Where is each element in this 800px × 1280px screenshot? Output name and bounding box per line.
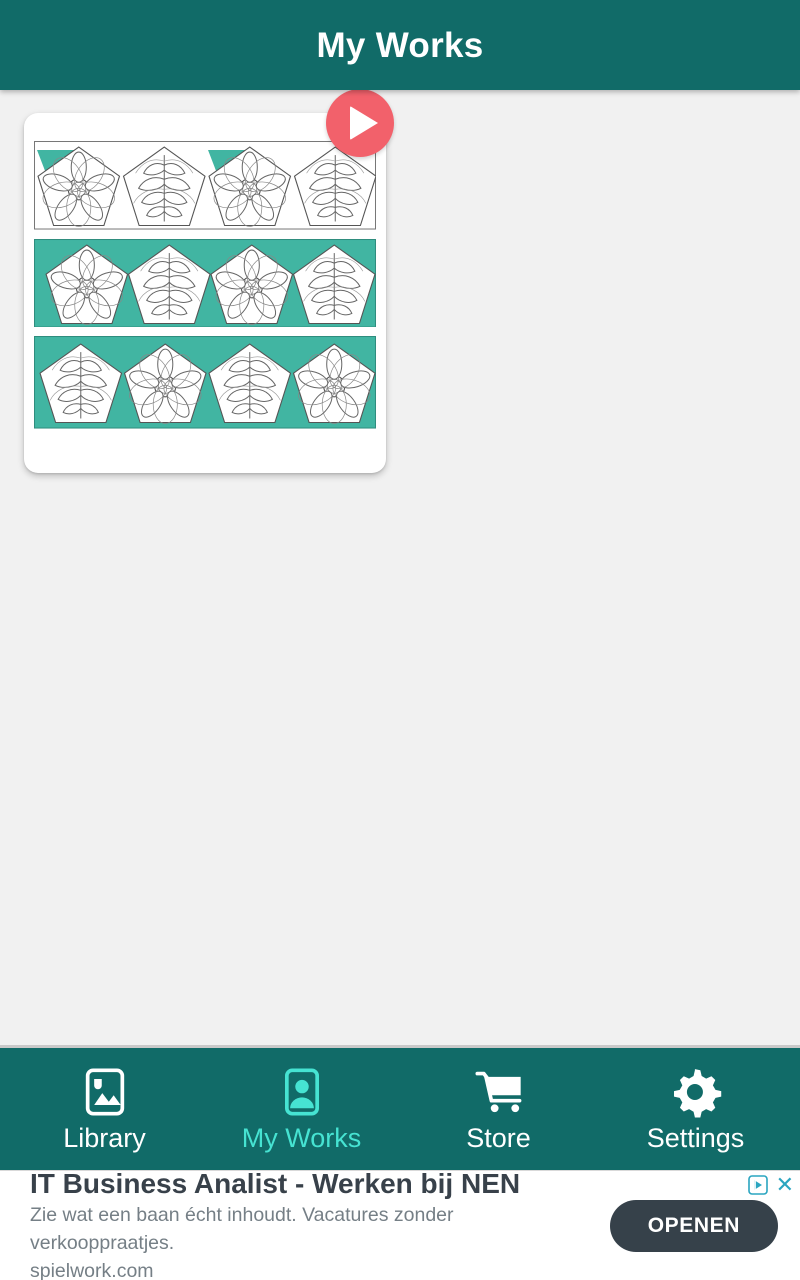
nav-item-store[interactable]: Store <box>404 1066 594 1152</box>
ad-open-button[interactable]: OPENEN <box>609 1199 778 1252</box>
image-icon <box>85 1068 124 1116</box>
adchoices-icon[interactable] <box>747 1175 768 1195</box>
nav-label-my-works: My Works <box>241 1123 362 1153</box>
bottom-navigation: Library My Works Store Settings <box>0 1048 800 1170</box>
page-title: My Works <box>316 25 484 65</box>
gear-icon <box>673 1069 721 1118</box>
artwork-row-1-svg <box>34 141 376 230</box>
artwork-row-1 <box>34 141 376 230</box>
person-icon <box>284 1068 319 1116</box>
artwork-row-2 <box>34 238 376 328</box>
works-grid <box>0 90 800 1045</box>
ad-url: spielwork.com <box>30 1259 154 1280</box>
nav-item-library[interactable]: Library <box>10 1066 200 1152</box>
ad-text-block: IT Business Analist - Werken bij NEN Zie… <box>30 1167 594 1280</box>
work-thumbnail <box>34 141 376 463</box>
ad-body: Zie wat een baan écht inhoudt. Vacatures… <box>30 1204 454 1254</box>
ad-close-icon[interactable]: ✕ <box>776 1174 794 1196</box>
ad-headline: IT Business Analist - Werken bij NEN <box>30 1168 521 1200</box>
nav-label-library: Library <box>63 1123 146 1153</box>
app-header: My Works <box>0 0 800 90</box>
nav-label-settings: Settings <box>646 1123 745 1153</box>
play-icon <box>350 106 378 140</box>
ad-controls: ✕ <box>747 1174 794 1196</box>
play-button[interactable] <box>326 90 394 157</box>
ad-banner[interactable]: ✕ IT Business Analist - Werken bij NEN Z… <box>0 1167 800 1280</box>
nav-label-store: Store <box>466 1123 531 1153</box>
artwork-row-3-svg <box>34 336 376 429</box>
nav-item-settings[interactable]: Settings <box>601 1066 791 1152</box>
cart-icon <box>474 1071 521 1113</box>
work-card[interactable] <box>24 90 394 473</box>
app-root: My Works Library My Works Store Settings… <box>0 0 800 1280</box>
artwork-row-3 <box>34 336 376 429</box>
artwork-row-2-svg <box>34 238 376 328</box>
nav-item-my-works[interactable]: My Works <box>207 1066 397 1152</box>
